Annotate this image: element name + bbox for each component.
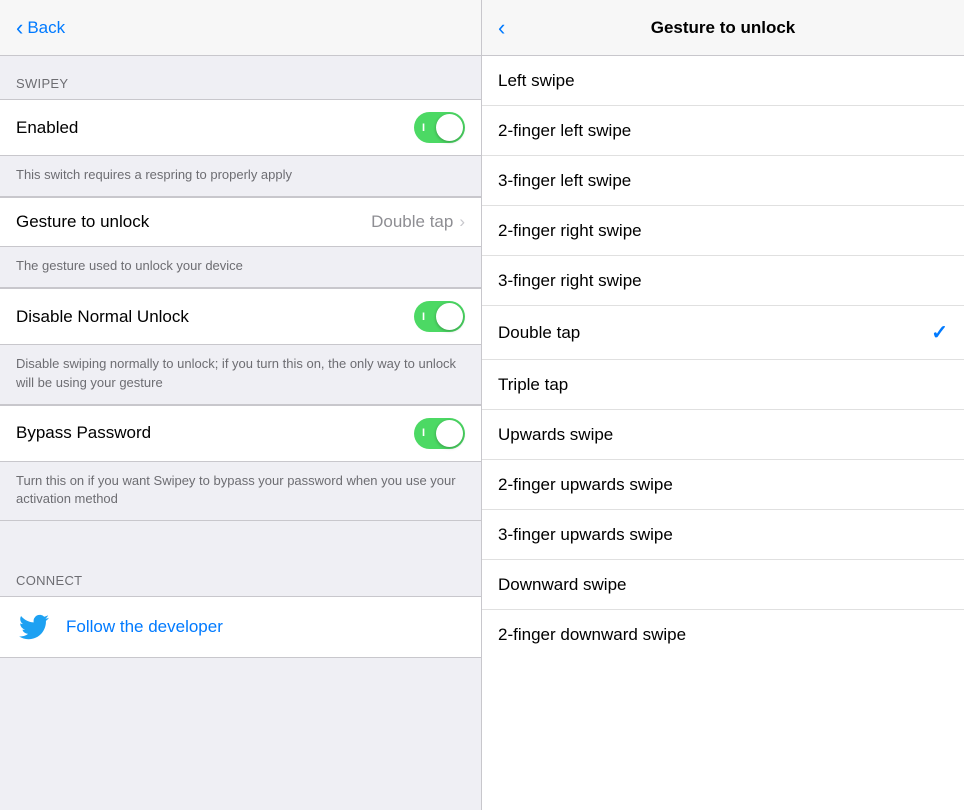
respring-note: This switch requires a respring to prope… [0,156,481,197]
gesture-item-label: 2-finger upwards swipe [498,475,673,495]
swipey-group: Enabled I [0,99,481,156]
gesture-item-label: 2-finger downward swipe [498,625,686,645]
enabled-toggle[interactable]: I [414,112,465,143]
gesture-item-label: Left swipe [498,71,575,91]
gesture-item-label: 2-finger right swipe [498,221,642,241]
gesture-current-value: Double tap [371,212,453,232]
disable-unlock-row: Disable Normal Unlock I [0,289,481,344]
bypass-password-row: Bypass Password I [0,406,481,461]
gesture-list-item[interactable]: 2-finger right swipe [482,206,964,256]
swipey-section-header: SWIPEY [0,56,481,99]
gesture-item-label: Double tap [498,323,580,343]
gesture-item-label: 3-finger left swipe [498,171,631,191]
enabled-label: Enabled [16,118,78,138]
gesture-item-label: Downward swipe [498,575,627,595]
gesture-row[interactable]: Gesture to unlock Double tap › [0,198,481,246]
connect-section: CONNECT Follow the developer [0,553,481,658]
bypass-password-label: Bypass Password [16,423,151,443]
disable-unlock-group: Disable Normal Unlock I [0,288,481,345]
gesture-list-item[interactable]: Double tap ✓ [482,306,964,360]
gesture-item-label: Triple tap [498,375,568,395]
bypass-password-note: Turn this on if you want Swipey to bypas… [0,462,481,521]
bypass-password-toggle-label: I [422,427,425,439]
gesture-list-item[interactable]: 2-finger downward swipe [482,610,964,660]
gesture-chevron-icon: › [459,212,465,232]
twitter-icon [16,609,52,645]
disable-unlock-note: Disable swiping normally to unlock; if y… [0,345,481,404]
disable-unlock-toggle-knob [436,303,463,330]
enabled-toggle-knob [436,114,463,141]
follow-developer-label: Follow the developer [66,617,223,637]
gesture-group: Gesture to unlock Double tap › [0,197,481,247]
gesture-unlock-label: Gesture to unlock [16,212,149,232]
bypass-password-toggle-knob [436,420,463,447]
right-back-button[interactable]: ‹ [498,17,509,39]
gesture-value-container: Double tap › [371,212,465,232]
gesture-item-label: 3-finger right swipe [498,271,642,291]
left-panel: ‹ Back SWIPEY Enabled I This switch requ… [0,0,482,810]
right-nav-bar: ‹ Gesture to unlock [482,0,964,56]
gesture-item-label: 2-finger left swipe [498,121,631,141]
gesture-list-item[interactable]: Downward swipe [482,560,964,610]
checkmark-icon: ✓ [931,320,948,345]
gesture-list-item[interactable]: 2-finger upwards swipe [482,460,964,510]
twitter-row[interactable]: Follow the developer [0,596,481,658]
right-panel: ‹ Gesture to unlock Left swipe 2-finger l… [482,0,964,810]
disable-unlock-toggle-label: I [422,311,425,323]
disable-unlock-label: Disable Normal Unlock [16,307,189,327]
disable-unlock-toggle[interactable]: I [414,301,465,332]
gesture-list-item[interactable]: 2-finger left swipe [482,106,964,156]
gesture-list: Left swipe 2-finger left swipe 3-finger le… [482,56,964,660]
enabled-toggle-label: I [422,122,425,134]
back-chevron-icon: ‹ [16,17,23,39]
gesture-list-item[interactable]: 3-finger left swipe [482,156,964,206]
bypass-password-group: Bypass Password I [0,405,481,462]
enabled-row: Enabled I [0,100,481,155]
back-label: Back [27,18,65,38]
gesture-list-item[interactable]: Left swipe [482,56,964,106]
gesture-note: The gesture used to unlock your device [0,247,481,288]
gesture-list-item[interactable]: 3-finger right swipe [482,256,964,306]
gesture-item-label: Upwards swipe [498,425,613,445]
gesture-list-item[interactable]: 3-finger upwards swipe [482,510,964,560]
gesture-list-item[interactable]: Upwards swipe [482,410,964,460]
right-back-chevron-icon: ‹ [498,17,505,39]
back-button[interactable]: ‹ Back [16,17,65,39]
left-nav-bar: ‹ Back [0,0,481,56]
gesture-list-item[interactable]: Triple tap [482,360,964,410]
bypass-password-toggle[interactable]: I [414,418,465,449]
gesture-item-label: 3-finger upwards swipe [498,525,673,545]
connect-section-header: CONNECT [0,553,481,596]
right-nav-title: Gesture to unlock [651,18,796,38]
